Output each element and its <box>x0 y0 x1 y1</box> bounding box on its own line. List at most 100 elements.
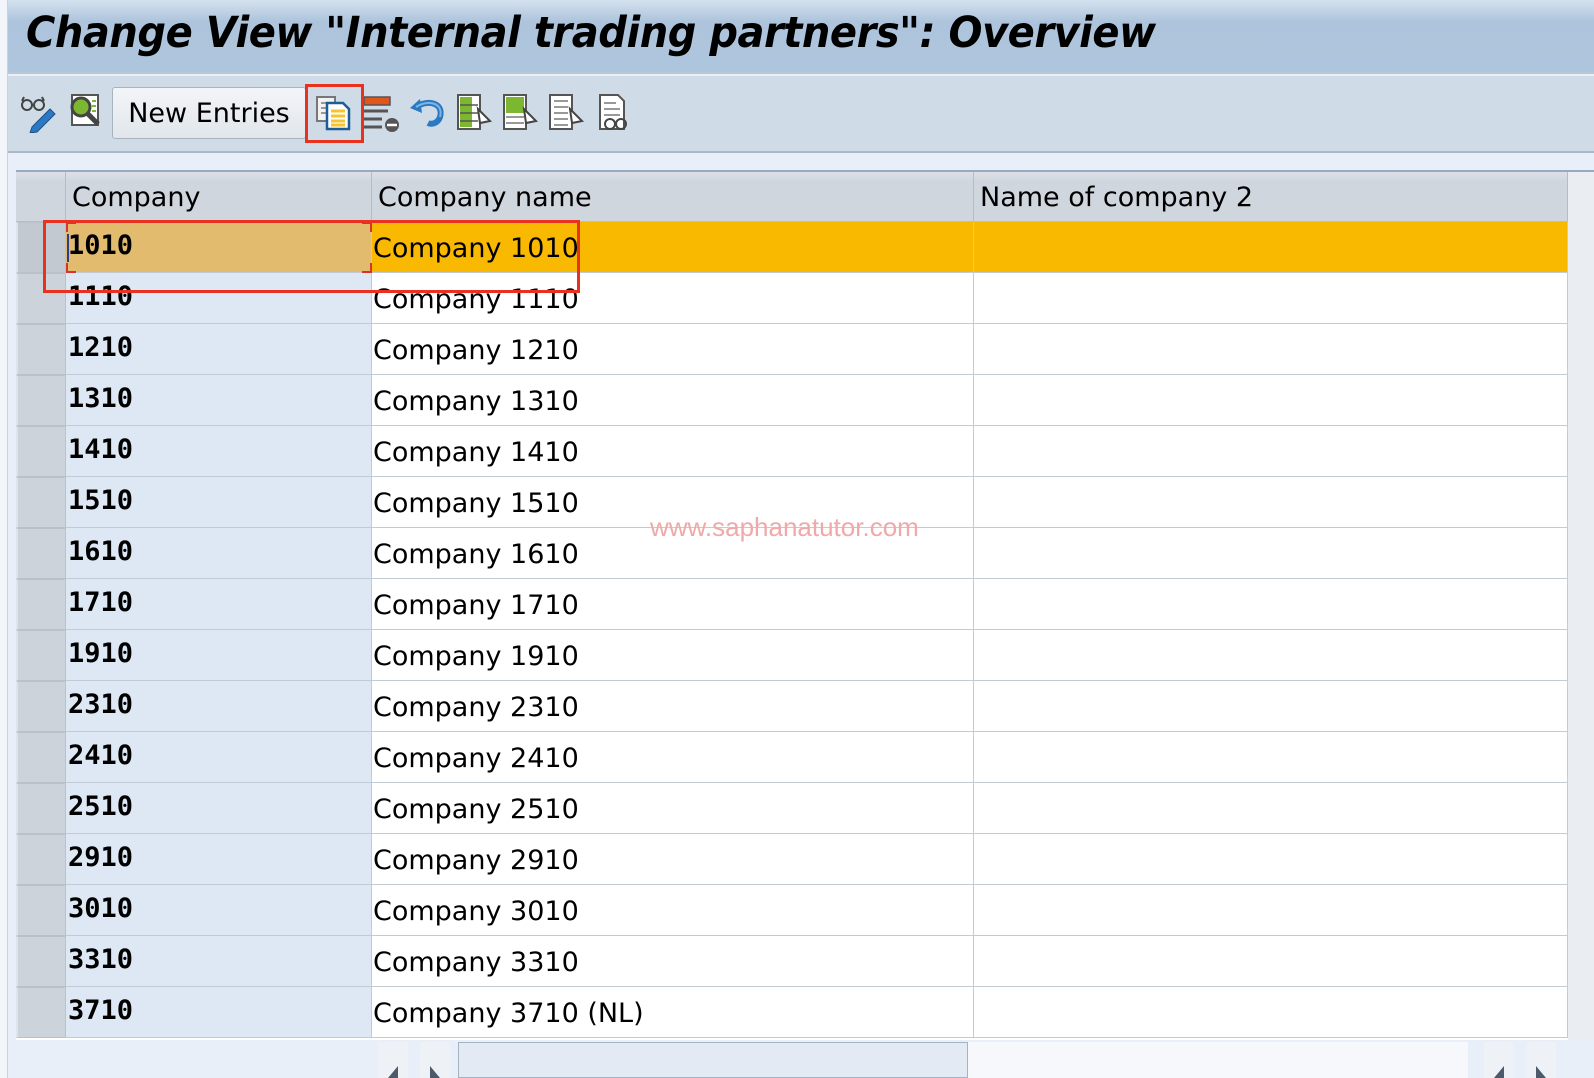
company-name-cell[interactable]: Company 2510 <box>372 783 974 834</box>
company-code-cell[interactable]: 3010 <box>66 885 372 936</box>
name-of-company-2-cell[interactable] <box>974 324 1568 375</box>
column-header-company[interactable]: Company <box>66 172 372 222</box>
row-selector[interactable] <box>16 222 66 273</box>
scroll-left-button[interactable] <box>378 1042 408 1078</box>
name-of-company-2-cell[interactable] <box>974 783 1568 834</box>
table-row[interactable]: 1510 Company 1510 <box>16 477 1568 528</box>
table-row[interactable]: 1010 Company 1010 <box>16 222 1568 273</box>
company-code-cell[interactable]: 2310 <box>66 681 372 732</box>
row-selector[interactable] <box>16 681 66 732</box>
company-code-cell[interactable]: 2410 <box>66 732 372 783</box>
print-field-list-button[interactable] <box>594 91 636 133</box>
name-of-company-2-cell[interactable] <box>974 375 1568 426</box>
row-selector[interactable] <box>16 885 66 936</box>
deselect-all-button[interactable] <box>546 91 588 133</box>
name-of-company-2-cell[interactable] <box>974 222 1568 273</box>
scroll-right-page-left-button[interactable] <box>1484 1042 1514 1078</box>
scrollbar-track[interactable] <box>968 1042 1468 1078</box>
row-selector[interactable] <box>16 375 66 426</box>
copy-as-button[interactable] <box>313 91 355 133</box>
table-row[interactable]: 3010 Company 3010 <box>16 885 1568 936</box>
table-row[interactable]: 1110 Company 1110 <box>16 273 1568 324</box>
company-name-cell[interactable]: Company 3710 (NL) <box>372 987 974 1038</box>
company-code-cell[interactable]: 1010 <box>66 222 372 273</box>
table-row[interactable]: 2310 Company 2310 <box>16 681 1568 732</box>
display-change-button[interactable] <box>18 91 60 134</box>
row-selector[interactable] <box>16 579 66 630</box>
name-of-company-2-cell[interactable] <box>974 834 1568 885</box>
company-name-cell[interactable]: Company 1010 <box>372 222 974 273</box>
company-code-cell[interactable]: 3310 <box>66 936 372 987</box>
scroll-right-button[interactable] <box>420 1042 450 1078</box>
table-row[interactable]: 2510 Company 2510 <box>16 783 1568 834</box>
name-of-company-2-cell[interactable] <box>974 630 1568 681</box>
row-selector[interactable] <box>16 732 66 783</box>
delete-button[interactable] <box>360 91 402 133</box>
table-row[interactable]: 1710 Company 1710 <box>16 579 1568 630</box>
table-row[interactable]: 1410 Company 1410 <box>16 426 1568 477</box>
column-header-name-of-company-2[interactable]: Name of company 2 <box>974 172 1568 222</box>
name-of-company-2-cell[interactable] <box>974 426 1568 477</box>
company-name-cell[interactable]: Company 1310 <box>372 375 974 426</box>
row-selector[interactable] <box>16 783 66 834</box>
row-selector[interactable] <box>16 630 66 681</box>
table-row[interactable]: 2410 Company 2410 <box>16 732 1568 783</box>
new-entries-button[interactable]: New Entries <box>112 87 306 139</box>
table-row[interactable]: 3310 Company 3310 <box>16 936 1568 987</box>
scroll-right-page-right-button[interactable] <box>1526 1042 1556 1078</box>
company-name-cell[interactable]: Company 1610 <box>372 528 974 579</box>
company-name-cell[interactable]: Company 1410 <box>372 426 974 477</box>
company-name-cell[interactable]: Company 1210 <box>372 324 974 375</box>
company-code-cell[interactable]: 1210 <box>66 324 372 375</box>
table-row[interactable]: 3710 Company 3710 (NL) <box>16 987 1568 1038</box>
company-code-cell[interactable]: 1710 <box>66 579 372 630</box>
company-code-cell[interactable]: 1910 <box>66 630 372 681</box>
table-row[interactable]: 1310 Company 1310 <box>16 375 1568 426</box>
company-code-cell[interactable]: 1610 <box>66 528 372 579</box>
row-selector[interactable] <box>16 987 66 1038</box>
company-name-cell[interactable]: Company 1510 <box>372 477 974 528</box>
undo-button[interactable] <box>406 91 448 133</box>
column-header-company-name[interactable]: Company name <box>372 172 974 222</box>
name-of-company-2-cell[interactable] <box>974 579 1568 630</box>
details-button[interactable] <box>64 91 106 133</box>
row-selector[interactable] <box>16 273 66 324</box>
company-name-cell[interactable]: Company 3310 <box>372 936 974 987</box>
name-of-company-2-cell[interactable] <box>974 987 1568 1038</box>
company-code-cell[interactable]: 1410 <box>66 426 372 477</box>
company-code-cell[interactable]: 1310 <box>66 375 372 426</box>
company-code-cell[interactable]: 2510 <box>66 783 372 834</box>
company-code-cell[interactable]: 1110 <box>66 273 372 324</box>
company-name-cell[interactable]: Company 2310 <box>372 681 974 732</box>
row-selector[interactable] <box>16 834 66 885</box>
table-row[interactable]: 1610 Company 1610 <box>16 528 1568 579</box>
table-row[interactable]: 1210 Company 1210 <box>16 324 1568 375</box>
company-name-cell[interactable]: Company 2410 <box>372 732 974 783</box>
name-of-company-2-cell[interactable] <box>974 681 1568 732</box>
table-row[interactable]: 2910 Company 2910 <box>16 834 1568 885</box>
table-row[interactable]: 1910 Company 1910 <box>16 630 1568 681</box>
row-selector[interactable] <box>16 528 66 579</box>
name-of-company-2-cell[interactable] <box>974 885 1568 936</box>
company-name-cell[interactable]: Company 1710 <box>372 579 974 630</box>
name-of-company-2-cell[interactable] <box>974 477 1568 528</box>
name-of-company-2-cell[interactable] <box>974 273 1568 324</box>
company-name-cell[interactable]: Company 2910 <box>372 834 974 885</box>
company-code-cell[interactable]: 2910 <box>66 834 372 885</box>
select-all-button[interactable] <box>454 91 496 133</box>
company-name-cell[interactable]: Company 3010 <box>372 885 974 936</box>
horizontal-scrollbar[interactable] <box>16 1040 1594 1078</box>
name-of-company-2-cell[interactable] <box>974 936 1568 987</box>
company-code-cell[interactable]: 1510 <box>66 477 372 528</box>
row-selector[interactable] <box>16 324 66 375</box>
name-of-company-2-cell[interactable] <box>974 732 1568 783</box>
row-selector[interactable] <box>16 936 66 987</box>
select-block-button[interactable] <box>500 91 542 133</box>
row-selector[interactable] <box>16 426 66 477</box>
scrollbar-thumb[interactable] <box>458 1042 968 1078</box>
company-code-cell[interactable]: 3710 <box>66 987 372 1038</box>
company-name-cell[interactable]: Company 1910 <box>372 630 974 681</box>
company-name-cell[interactable]: Company 1110 <box>372 273 974 324</box>
select-all-rows-header[interactable] <box>16 172 66 222</box>
name-of-company-2-cell[interactable] <box>974 528 1568 579</box>
